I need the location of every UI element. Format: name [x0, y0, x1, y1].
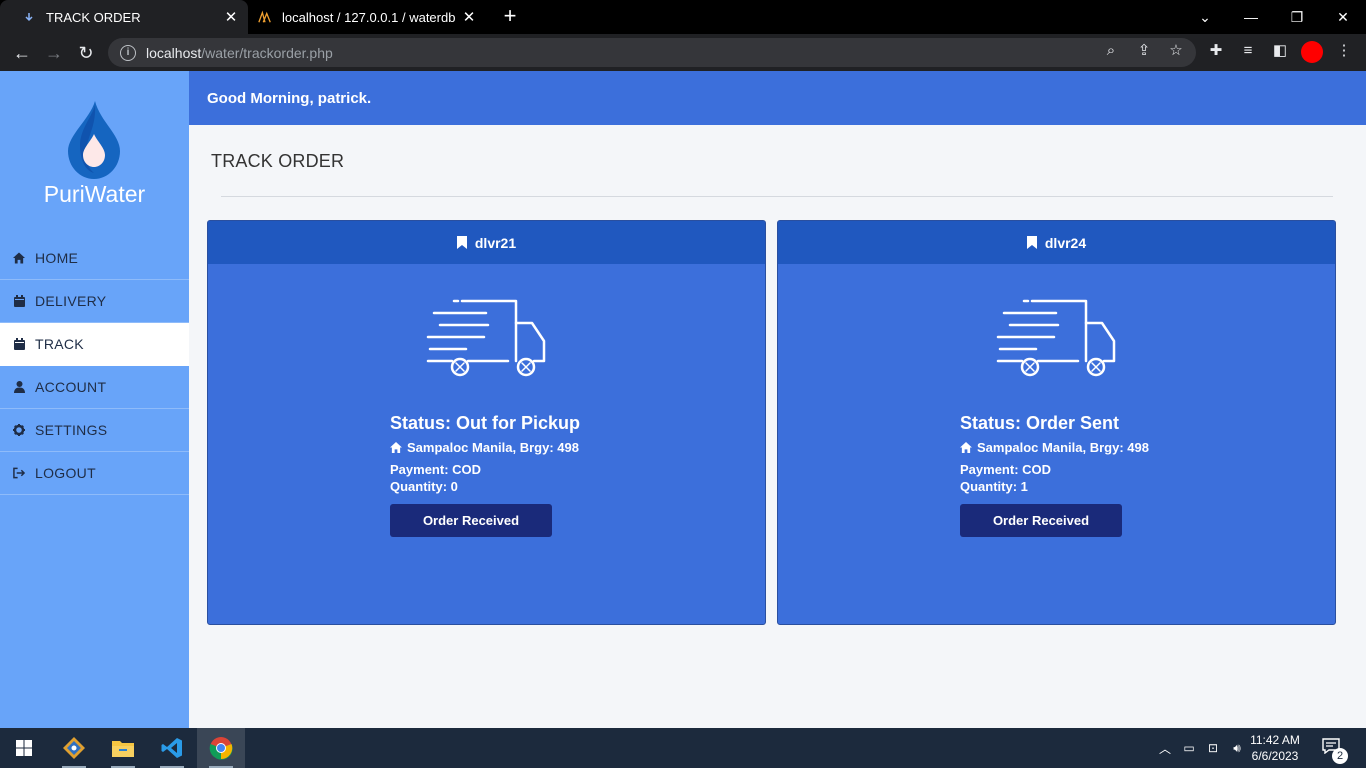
tab-title: TRACK ORDER — [46, 9, 141, 25]
home-icon — [13, 252, 25, 264]
notification-count-badge: 2 — [1332, 748, 1348, 764]
file-explorer-icon[interactable] — [99, 728, 147, 768]
network-icon[interactable]: ⊡ — [1204, 728, 1222, 768]
browser-tab-track-order[interactable]: TRACK ORDER ✕ — [0, 0, 248, 34]
restore-icon[interactable]: ❐ — [1274, 0, 1320, 34]
media-control-icon[interactable]: ≡ — [1238, 41, 1258, 61]
zoom-icon[interactable]: ⌕ — [1101, 41, 1121, 61]
extensions-icon[interactable]: ✚ — [1206, 41, 1226, 61]
delivery-truck-icon — [426, 295, 550, 377]
battery-icon[interactable]: ▭ — [1180, 728, 1198, 768]
address-text: Sampaloc Manila, Brgy: 498 — [407, 440, 579, 455]
calendar-icon — [13, 338, 25, 350]
calendar-icon — [13, 295, 25, 307]
order-address: Sampaloc Manila, Brgy: 498 — [390, 440, 579, 455]
volume-icon[interactable]: 🔊︎ — [1228, 728, 1246, 768]
forward-icon[interactable]: → — [41, 40, 67, 66]
side-panel-icon[interactable]: ◧ — [1270, 41, 1290, 61]
gear-icon — [13, 424, 25, 436]
bookmark-icon — [1026, 236, 1037, 249]
divider — [221, 196, 1333, 197]
share-icon[interactable]: ⇪ — [1134, 41, 1154, 61]
url-host: localhost — [146, 44, 202, 61]
address-text: Sampaloc Manila, Brgy: 498 — [977, 440, 1149, 455]
order-status: Status: Out for Pickup — [390, 413, 581, 433]
bookmark-star-icon[interactable]: ☆ — [1166, 41, 1186, 61]
sidebar-item-label: TRACK — [35, 336, 84, 352]
top-header: Good Morning, patrick. — [189, 71, 1366, 125]
order-id: dlvr24 — [1044, 234, 1087, 251]
order-card: dlvr24 Status: Order Sent Sampaloc Manil… — [777, 220, 1336, 625]
profile-avatar[interactable] — [1301, 41, 1323, 63]
order-card: dlvr21 Status: Out for Pickup Sampaloc M… — [207, 220, 766, 625]
order-address: Sampaloc Manila, Brgy: 498 — [960, 440, 1149, 455]
address-bar[interactable]: i localhost/water/trackorder.php — [108, 38, 1196, 67]
chrome-taskbar-icon[interactable] — [197, 728, 245, 768]
order-status: Status: Order Sent — [960, 413, 1120, 433]
bookmark-icon — [456, 236, 467, 249]
page-favicon-icon — [22, 10, 36, 24]
sidebar-item-label: SETTINGS — [35, 422, 108, 438]
order-id: dlvr21 — [474, 234, 517, 251]
order-received-button[interactable]: Order Received — [390, 504, 552, 537]
sidebar-item-home[interactable]: HOME — [0, 237, 189, 280]
git-app-icon[interactable] — [50, 728, 98, 768]
sidebar-item-label: ACCOUNT — [35, 379, 107, 395]
tray-chevron-icon[interactable]: ︿ — [1156, 728, 1174, 768]
tab-title: localhost / 127.0.0.1 / waterdb / c — [282, 9, 458, 25]
order-card-header: dlvr24 — [778, 221, 1335, 264]
minimize-icon[interactable]: — — [1228, 0, 1274, 34]
order-payment: Payment: COD — [390, 462, 482, 477]
sidebar-item-account[interactable]: ACCOUNT — [0, 366, 189, 409]
clock-date: 6/6/2023 — [1251, 749, 1299, 763]
home-icon — [960, 442, 972, 453]
windows-taskbar: ︿ ▭ ⊡ 🔊︎ 11:42 AM 6/6/2023 2 — [0, 728, 1366, 768]
puriwater-logo — [46, 101, 146, 186]
reload-icon[interactable]: ↻ — [73, 40, 99, 66]
logout-icon — [13, 467, 25, 479]
new-tab-icon[interactable]: + — [498, 4, 522, 28]
clock-time: 11:42 AM — [1250, 733, 1300, 747]
user-icon — [13, 381, 25, 393]
delivery-truck-icon — [996, 295, 1120, 377]
close-tab-icon[interactable]: ✕ — [220, 8, 242, 26]
back-icon[interactable]: ← — [9, 40, 35, 66]
page-title: TRACK ORDER — [211, 151, 345, 171]
home-icon — [390, 442, 402, 453]
browser-tab-phpmyadmin[interactable]: localhost / 127.0.0.1 / waterdb / c ✕ — [250, 0, 486, 34]
main-content: Good Morning, patrick. TRACK ORDER dlvr2… — [189, 71, 1366, 728]
sidebar-menu: HOME DELIVERY TRACK ACCOUNT SETTINGS LOG… — [0, 237, 189, 495]
greeting-text: Good Morning, patrick. — [207, 90, 372, 107]
taskbar-clock[interactable]: 11:42 AM 6/6/2023 — [1246, 732, 1304, 764]
order-quantity: Quantity: 0 — [390, 479, 458, 494]
browser-toolbar: ← → ↻ i localhost/water/trackorder.php ⌕… — [0, 34, 1366, 71]
close-tab-icon[interactable]: ✕ — [458, 8, 480, 26]
url-path: /water/trackorder.php — [201, 44, 333, 61]
vscode-icon[interactable] — [148, 728, 196, 768]
sidebar: PuriWater HOME DELIVERY TRACK ACCOUNT SE… — [0, 71, 189, 728]
sidebar-item-label: DELIVERY — [35, 293, 107, 309]
sidebar-item-track[interactable]: TRACK — [0, 323, 189, 366]
sidebar-item-label: HOME — [35, 250, 79, 266]
order-card-header: dlvr21 — [208, 221, 765, 264]
site-info-icon[interactable]: i — [120, 44, 136, 61]
browser-tab-strip: TRACK ORDER ✕ localhost / 127.0.0.1 / wa… — [0, 0, 1366, 34]
sidebar-item-logout[interactable]: LOGOUT — [0, 452, 189, 495]
order-payment: Payment: COD — [960, 462, 1052, 477]
sidebar-item-delivery[interactable]: DELIVERY — [0, 280, 189, 323]
close-window-icon[interactable]: ✕ — [1320, 0, 1366, 34]
menu-kebab-icon[interactable]: ⋮ — [1334, 41, 1354, 61]
sidebar-item-settings[interactable]: SETTINGS — [0, 409, 189, 452]
order-quantity: Quantity: 1 — [960, 479, 1028, 494]
windows-start-icon[interactable] — [0, 728, 48, 768]
brand-name: PuriWater — [43, 181, 146, 207]
phpmyadmin-favicon-icon — [258, 10, 272, 24]
order-received-button[interactable]: Order Received — [960, 504, 1122, 537]
sidebar-item-label: LOGOUT — [35, 465, 96, 481]
tab-search-chevron-icon[interactable]: ⌄ — [1182, 0, 1228, 34]
